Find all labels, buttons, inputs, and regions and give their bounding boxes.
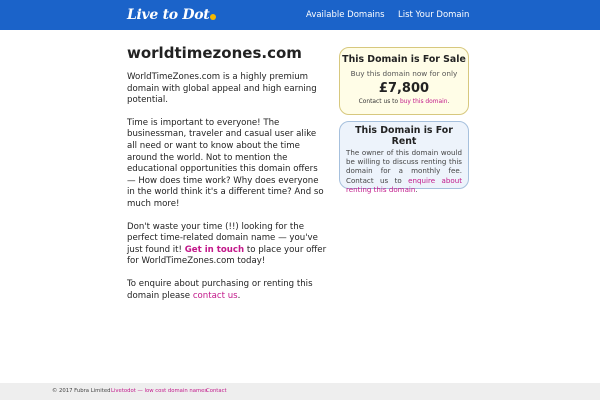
- page-title: worldtimezones.com: [127, 44, 302, 62]
- enquire-text-end: .: [237, 290, 241, 301]
- offer-paragraph: Don't waste your time (!!) looking for t…: [127, 222, 327, 268]
- footer-contact-link[interactable]: Contact: [206, 383, 227, 400]
- logo-text: Live to Dot: [127, 7, 210, 23]
- logo-dot-icon: [210, 14, 217, 20]
- footer-livetodot-link[interactable]: Livetodot — low cost domain names: [111, 383, 207, 400]
- for-rent-box: This Domain is For Rent The owner of thi…: [339, 121, 469, 194]
- sale-contact-line: Contact us to buy this domain.: [340, 99, 468, 105]
- rent-description: The owner of this domain would be willin…: [346, 148, 462, 194]
- description-paragraph: Time is important to everyone! The busin…: [127, 117, 324, 209]
- sale-title: This Domain is For Sale: [342, 54, 466, 65]
- nav-available-domains[interactable]: Available Domains: [306, 0, 385, 30]
- sale-contact-text: Contact us to: [358, 99, 399, 105]
- rent-text-end: .: [415, 184, 418, 194]
- top-bar: Live to Dot Available Domains List Your …: [0, 0, 600, 30]
- buy-domain-link[interactable]: buy this domain: [400, 99, 448, 105]
- for-sale-box: This Domain is For Sale Buy this domain …: [339, 47, 469, 115]
- contact-us-link[interactable]: contact us: [193, 291, 238, 301]
- sale-price: £7,800: [378, 81, 430, 96]
- site-logo[interactable]: Live to Dot: [127, 5, 217, 25]
- rent-title: This Domain is For Rent: [355, 125, 453, 147]
- sale-line: Buy this domain now for only: [350, 69, 458, 78]
- footer: © 2017 Fubra Limited Livetodot — low cos…: [0, 383, 600, 400]
- main-content: worldtimezones.com WorldTimeZones.com is…: [127, 44, 327, 313]
- enquire-paragraph: To enquire about purchasing or renting t…: [127, 279, 327, 302]
- intro-paragraph: WorldTimeZones.com is a highly premium d…: [127, 72, 317, 106]
- get-in-touch-link[interactable]: Get in touch: [185, 245, 244, 255]
- nav-list-your-domain[interactable]: List Your Domain: [398, 0, 469, 30]
- footer-copyright: © 2017 Fubra Limited: [52, 388, 111, 394]
- sale-contact-end: .: [447, 99, 450, 105]
